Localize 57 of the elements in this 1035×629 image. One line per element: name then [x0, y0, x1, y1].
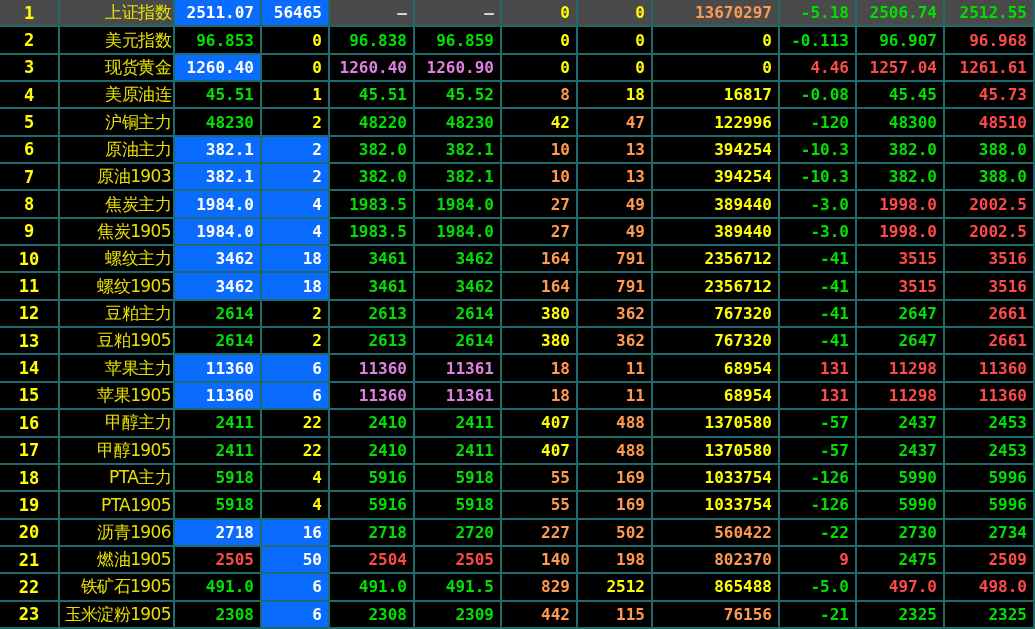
- table-row[interactable]: 17 甲醇1905 2411 22 2410 2411 407 488 1370580 -57 2437 2453: [0, 437, 1035, 465]
- table-row[interactable]: 4 美原油连 45.51 1 45.51 45.52 8 18 16817 -0.08 45.45 45.73: [0, 82, 1035, 110]
- table-cell: 16: [262, 519, 330, 547]
- table-row[interactable]: 7 原油1903 382.1 2 382.0 382.1 10 13 394254 -10.3 382.0 388.0: [0, 164, 1035, 192]
- row-number: 23: [0, 601, 60, 629]
- table-cell: 1984.0: [175, 218, 262, 247]
- table-row[interactable]: 21 燃油1905 2505 50 2504 2505 140 198 802370 9 2475 2509: [0, 546, 1035, 575]
- instrument-name: 玉米淀粉1905: [60, 601, 175, 629]
- table-cell: 6: [262, 601, 330, 629]
- table-cell: 3462: [175, 246, 262, 274]
- table-row[interactable]: 19 PTA1905 5918 4 5916 5918 55 169 1033754 -126 5990 5996: [0, 492, 1035, 520]
- table-cell: 11360: [175, 382, 262, 411]
- table-row[interactable]: 18 PTA主力 5918 4 5916 5918 55 169 1033754 -126 5990 5996: [0, 464, 1035, 493]
- table-cell: 6: [262, 382, 330, 411]
- table-cell: 4: [262, 218, 330, 247]
- table-cell: 4: [262, 191, 330, 219]
- table-row[interactable]: 20 沥青1906 2718 16 2718 2720 227 502 560422 -22 2730 2734: [0, 519, 1035, 547]
- table-row[interactable]: 5 沪铜主力 48230 2 48220 48230 42 47 122996 -120 48300 48510: [0, 109, 1035, 137]
- table-cell: 2309: [415, 601, 502, 629]
- table-cell: 3462: [175, 273, 262, 301]
- table-row[interactable]: 2 美元指数 96.853 0 96.838 96.859 0 0 0 -0.113 96.907 96.968: [0, 27, 1035, 55]
- table-cell: 11360: [175, 355, 262, 383]
- table-row[interactable]: 14 苹果主力 11360 6 11360 11361 18 11 68954 131 11298 11360: [0, 355, 1035, 383]
- table-cell: 382.1: [175, 136, 262, 165]
- table-cell: 56465: [262, 0, 330, 28]
- table-row[interactable]: 15 苹果1905 11360 6 11360 11361 18 11 68954 131 11298 11360: [0, 382, 1035, 411]
- table-cell: 2325: [857, 601, 945, 629]
- table-cell: 2718: [175, 519, 262, 547]
- table-cell: 2325: [945, 601, 1035, 629]
- table-row[interactable]: 22 铁矿石1905 491.0 6 491.0 491.5 829 2512 865488 -5.0 497.0 498.0: [0, 574, 1035, 602]
- table-cell: 382.1: [175, 164, 262, 192]
- table-row[interactable]: 6 原油主力 382.1 2 382.0 382.1 10 13 394254 -10.3 382.0 388.0: [0, 136, 1035, 165]
- table-row[interactable]: 8 焦炭主力 1984.0 4 1983.5 1984.0 27 49 389440 -3.0 1998.0 2002.5: [0, 191, 1035, 219]
- table-cell: 18: [262, 246, 330, 274]
- table-cell: 2511.07: [175, 0, 262, 28]
- table-cell: 115: [578, 601, 653, 629]
- table-row[interactable]: 23 玉米淀粉1905 2308 6 2308 2309 442 115 76156 -21 2325 2325: [0, 601, 1035, 629]
- table-row[interactable]: 11 螺纹1905 3462 18 3461 3462 164 791 2356712 -41 3515 3516: [0, 273, 1035, 301]
- table-cell: 2: [262, 136, 330, 165]
- table-cell: -21: [780, 601, 857, 629]
- table-row[interactable]: 3 现货黄金 1260.40 0 1260.40 1260.90 0 0 0 4.46 1257.04 1261.61: [0, 54, 1035, 83]
- table-row[interactable]: 16 甲醇主力 2411 22 2410 2411 407 488 1370580 -57 2437 2453: [0, 410, 1035, 438]
- table-row[interactable]: 1 上证指数 2511.07 56465 — — 0 0 13670297 -5.18 2506.74 2512.55: [0, 0, 1035, 28]
- table-cell: 50: [262, 546, 330, 575]
- table-row[interactable]: 9 焦炭1905 1984.0 4 1983.5 1984.0 27 49 389440 -3.0 1998.0 2002.5: [0, 218, 1035, 247]
- table-cell: 6: [262, 355, 330, 383]
- table-cell: 2: [262, 164, 330, 192]
- table-cell: 2308: [330, 601, 415, 629]
- table-cell: 1984.0: [175, 191, 262, 219]
- table-cell: 1260.40: [175, 54, 262, 83]
- table-row[interactable]: 13 豆粕1905 2614 2 2613 2614 380 362 767320 -41 2647 2661: [0, 328, 1035, 356]
- table-row[interactable]: 10 螺纹主力 3462 18 3461 3462 164 791 2356712 -41 3515 3516: [0, 246, 1035, 274]
- table-cell: 18: [262, 273, 330, 301]
- table-cell: 442: [502, 601, 578, 629]
- table-cell: 6: [262, 574, 330, 602]
- table-row[interactable]: 12 豆粕主力 2614 2 2613 2614 380 362 767320 -41 2647 2661: [0, 300, 1035, 329]
- table-cell: 76156: [653, 601, 780, 629]
